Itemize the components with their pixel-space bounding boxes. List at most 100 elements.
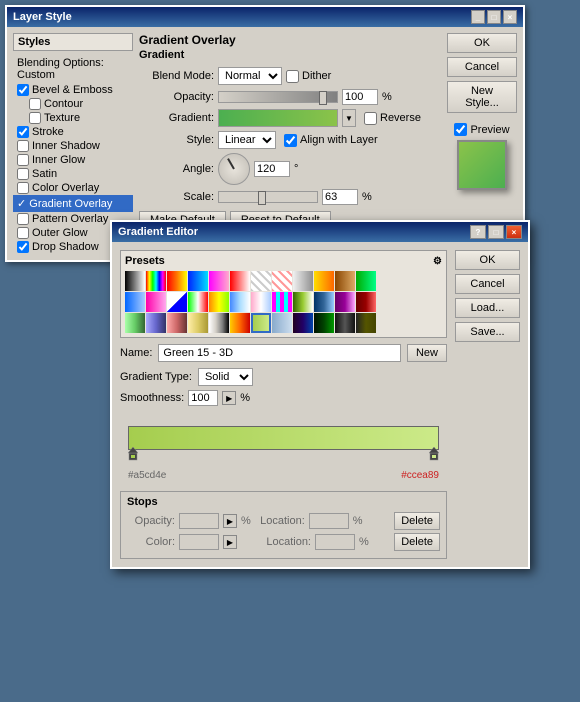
bevel-emboss-item[interactable]: Bevel & Emboss	[13, 83, 133, 97]
delete-opacity-stop-btn[interactable]: Delete	[394, 512, 440, 530]
ge-cancel-btn[interactable]: Cancel	[455, 274, 520, 294]
inner-shadow-item[interactable]: Inner Shadow	[13, 139, 133, 153]
preset-6[interactable]	[230, 271, 250, 291]
contour-checkbox[interactable]	[29, 98, 41, 110]
smoothness-input[interactable]	[188, 390, 218, 406]
preset-1[interactable]	[125, 271, 145, 291]
scale-input[interactable]	[322, 189, 358, 205]
maximize-btn[interactable]: □	[487, 10, 501, 24]
gradient-bar[interactable]	[128, 426, 439, 450]
new-style-button[interactable]: New Style...	[447, 81, 517, 113]
new-gradient-btn[interactable]: New	[407, 344, 447, 362]
stop-color-arrow[interactable]: ▶	[223, 535, 237, 549]
inner-glow-checkbox[interactable]	[17, 154, 29, 166]
gradient-overlay-item[interactable]: ✓ Gradient Overlay	[13, 195, 133, 212]
bevel-emboss-checkbox[interactable]	[17, 84, 29, 96]
gradient-type-select[interactable]: SolidNoise	[198, 368, 253, 386]
preset-24[interactable]	[356, 292, 376, 312]
preset-active[interactable]	[251, 313, 271, 333]
preset-27[interactable]	[167, 313, 187, 333]
preset-16[interactable]	[188, 292, 208, 312]
preset-26[interactable]	[146, 313, 166, 333]
smoothness-arrow-btn[interactable]: ▶	[222, 391, 236, 405]
style-select[interactable]: LinearRadialAngle	[218, 131, 276, 149]
preset-23[interactable]	[335, 292, 355, 312]
color-overlay-checkbox[interactable]	[17, 182, 29, 194]
preset-20[interactable]	[272, 292, 292, 312]
preset-19[interactable]	[251, 292, 271, 312]
name-input[interactable]	[158, 344, 401, 362]
preset-28[interactable]	[188, 313, 208, 333]
preset-15[interactable]	[167, 292, 187, 312]
preset-7[interactable]	[251, 271, 271, 291]
scale-slider[interactable]	[218, 191, 318, 203]
ge-save-btn[interactable]: Save...	[455, 322, 520, 342]
texture-checkbox[interactable]	[29, 112, 41, 124]
minimize-btn[interactable]: _	[471, 10, 485, 24]
inner-glow-item[interactable]: Inner Glow	[13, 153, 133, 167]
ge-load-btn[interactable]: Load...	[455, 298, 520, 318]
preset-35[interactable]	[335, 313, 355, 333]
stop-color-location[interactable]	[315, 534, 355, 550]
preset-3[interactable]	[167, 271, 187, 291]
preset-34[interactable]	[314, 313, 334, 333]
ge-close-icon[interactable]: ×	[506, 225, 522, 239]
close-btn[interactable]: ×	[503, 10, 517, 24]
preset-2[interactable]	[146, 271, 166, 291]
color-overlay-item[interactable]: Color Overlay	[13, 181, 133, 195]
delete-color-stop-btn[interactable]: Delete	[394, 533, 440, 551]
preset-22[interactable]	[314, 292, 334, 312]
presets-gear-icon[interactable]: ⚙	[433, 256, 442, 267]
preset-12[interactable]	[356, 271, 376, 291]
preset-32[interactable]	[272, 313, 292, 333]
blending-options-item[interactable]: Blending Options: Custom	[13, 55, 133, 83]
preset-18[interactable]	[230, 292, 250, 312]
outer-glow-checkbox[interactable]	[17, 227, 29, 239]
gradient-preview[interactable]	[218, 109, 338, 127]
angle-dial[interactable]	[218, 153, 250, 185]
preset-14[interactable]	[146, 292, 166, 312]
texture-item[interactable]: Texture	[13, 111, 133, 125]
preset-8[interactable]	[272, 271, 292, 291]
preset-29[interactable]	[209, 313, 229, 333]
stop-opacity-location[interactable]	[309, 513, 349, 529]
satin-item[interactable]: Satin	[13, 167, 133, 181]
inner-shadow-checkbox[interactable]	[17, 140, 29, 152]
drop-shadow-checkbox[interactable]	[17, 241, 29, 253]
stop-opacity-input[interactable]	[179, 513, 219, 529]
cancel-button[interactable]: Cancel	[447, 57, 517, 77]
blend-mode-select[interactable]: NormalMultiplyScreen	[218, 67, 282, 85]
preset-11[interactable]	[335, 271, 355, 291]
ge-new-icon[interactable]: □	[488, 225, 504, 239]
preset-33[interactable]	[293, 313, 313, 333]
preview-checkbox[interactable]	[454, 123, 467, 136]
contour-item[interactable]: Contour	[13, 97, 133, 111]
ge-help-icon[interactable]: ?	[470, 225, 486, 239]
stroke-checkbox[interactable]	[17, 126, 29, 138]
reverse-checkbox[interactable]	[364, 112, 377, 125]
preset-21[interactable]	[293, 292, 313, 312]
pattern-overlay-checkbox[interactable]	[17, 213, 29, 225]
opacity-slider[interactable]	[218, 91, 338, 103]
color-stop-right[interactable]	[429, 447, 439, 464]
opacity-input[interactable]	[342, 89, 378, 105]
angle-input[interactable]	[254, 161, 290, 177]
preset-5[interactable]	[209, 271, 229, 291]
stroke-item[interactable]: Stroke	[13, 125, 133, 139]
preset-36[interactable]	[356, 313, 376, 333]
stop-color-input[interactable]	[179, 534, 219, 550]
dither-checkbox[interactable]	[286, 70, 299, 83]
preset-9[interactable]	[293, 271, 313, 291]
color-stop-left[interactable]	[128, 447, 138, 464]
preset-10[interactable]	[314, 271, 334, 291]
preset-13[interactable]	[125, 292, 145, 312]
preset-17[interactable]	[209, 292, 229, 312]
stop-opacity-arrow[interactable]: ▶	[223, 514, 237, 528]
preset-4[interactable]	[188, 271, 208, 291]
preset-30[interactable]	[230, 313, 250, 333]
gradient-dropdown-btn[interactable]: ▼	[342, 109, 356, 127]
align-layer-checkbox[interactable]	[284, 134, 297, 147]
satin-checkbox[interactable]	[17, 168, 29, 180]
ge-ok-btn[interactable]: OK	[455, 250, 520, 270]
ok-button[interactable]: OK	[447, 33, 517, 53]
